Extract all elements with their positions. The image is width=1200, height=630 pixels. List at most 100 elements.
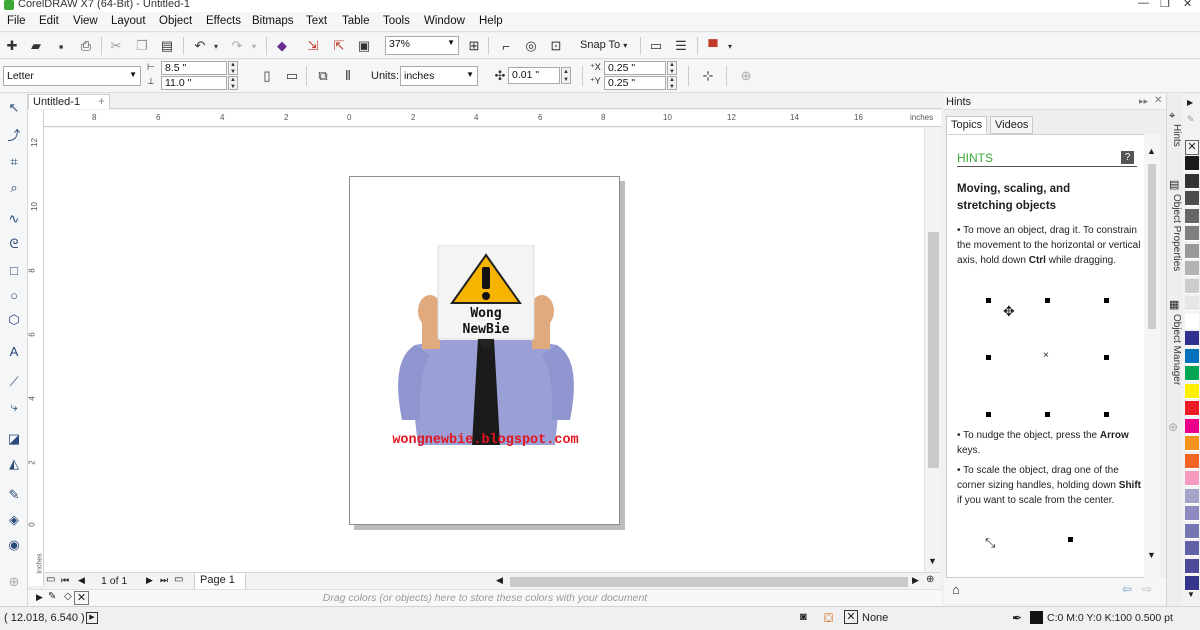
color-eyedropper-icon[interactable]: ✎ — [4, 485, 24, 505]
duplicate-y-spinner[interactable]: ▲ ▼ — [667, 76, 677, 90]
no-fill-swatch[interactable]: ✕ — [1185, 140, 1199, 155]
menu-edit[interactable]: Edit — [39, 15, 59, 27]
text-tool-icon[interactable]: A — [4, 341, 24, 361]
menu-tools[interactable]: Tools — [383, 15, 410, 27]
document-palette[interactable]: ▶ ✎ ◇ ✕ Drag colors (or objects) here to… — [28, 589, 942, 606]
options-icon[interactable]: ☰ — [671, 36, 691, 56]
color-swatch[interactable] — [1185, 488, 1199, 504]
freehand-tool-icon[interactable]: ∿ — [4, 209, 24, 229]
color-swatch[interactable] — [1185, 418, 1199, 434]
page-width-input[interactable]: 8.5 " — [161, 61, 227, 75]
hints-scroll-down-icon[interactable]: ▼ — [1147, 550, 1156, 560]
quick-customize-icon[interactable]: ⊕ — [736, 66, 756, 86]
open-folder-icon[interactable]: ▰ — [26, 36, 46, 56]
color-swatch[interactable] — [1185, 278, 1199, 294]
color-swatch[interactable] — [1185, 558, 1199, 574]
help-icon[interactable]: ? — [1121, 151, 1134, 164]
search-content-icon[interactable]: ◆ — [272, 36, 292, 56]
page-size-select[interactable]: Letter ▼ — [3, 66, 141, 86]
color-swatch[interactable] — [1185, 523, 1199, 539]
color-swatch[interactable] — [1185, 191, 1199, 206]
color-swatch[interactable] — [1185, 436, 1199, 451]
welcome-screen-icon[interactable]: ▭ — [646, 36, 666, 56]
zoom-full-page-icon[interactable]: ⊞ — [464, 36, 484, 56]
add-page-before-icon[interactable]: ▭ — [46, 574, 55, 585]
horizontal-ruler[interactable]: 8 6 4 2 0 2 4 6 8 10 12 14 16 inches — [44, 110, 941, 127]
current-page-icon[interactable]: ⫴ — [338, 66, 358, 86]
color-proof-icon[interactable]: ◙ — [800, 611, 807, 623]
menu-window[interactable]: Window — [424, 15, 465, 27]
scroll-down-icon[interactable]: ▼ — [928, 556, 937, 566]
side-tab-hints[interactable]: Hints — [1168, 124, 1182, 147]
color-swatch[interactable] — [1185, 541, 1199, 556]
color-swatch[interactable] — [1185, 331, 1199, 346]
new-document-icon[interactable]: ✚ — [2, 36, 22, 56]
menu-help[interactable]: Help — [479, 15, 503, 27]
add-docker-icon[interactable]: ⊕ — [1168, 420, 1178, 434]
add-tool-icon[interactable]: ⊕ — [4, 572, 24, 592]
parallel-dimension-icon[interactable]: ⟋ — [4, 372, 24, 392]
duplicate-y-input[interactable]: 0.25 " — [604, 76, 666, 90]
view-mode-icon[interactable]: ◎ — [521, 36, 541, 56]
shape-tool-icon[interactable]: ⤴ — [4, 124, 24, 144]
scroll-right-icon[interactable]: ▶ — [912, 575, 919, 586]
palette-scroll-down-icon[interactable]: ▼ — [1187, 590, 1195, 599]
transparency-tool-icon[interactable]: ◭ — [4, 454, 24, 474]
palette-scroll-up-icon[interactable]: ▶ — [1187, 98, 1193, 107]
add-page-after-icon[interactable]: ▭ — [174, 574, 183, 585]
pick-tool-icon[interactable]: ↖ — [4, 98, 24, 118]
color-swatch[interactable] — [1185, 208, 1199, 224]
menu-view[interactable]: View — [73, 15, 98, 27]
outline-color-swatch[interactable] — [1030, 611, 1043, 624]
menu-object[interactable]: Object — [159, 15, 192, 27]
color-swatch[interactable] — [1185, 576, 1199, 591]
duplicate-x-spinner[interactable]: ▲ ▼ — [667, 61, 677, 75]
navigator-zoom-icon[interactable]: ⊕ — [926, 574, 934, 585]
page-height-input[interactable]: 11.0 " — [161, 76, 227, 90]
ellipse-tool-icon[interactable]: ○ — [4, 285, 24, 305]
hints-tab-icon[interactable]: ⌖ — [1169, 110, 1175, 123]
hints-forward-icon[interactable]: ⇨ — [1142, 582, 1152, 596]
drop-shadow-icon[interactable]: ◪ — [4, 429, 24, 449]
color-swatch[interactable] — [1185, 471, 1199, 486]
copy-icon[interactable]: ❐ — [132, 36, 152, 56]
hints-home-icon[interactable]: ⌂ — [952, 582, 960, 597]
set-as-default-icon[interactable]: ⊹ — [698, 66, 718, 86]
color-swatch[interactable] — [1185, 401, 1199, 416]
vertical-scrollbar[interactable]: ▼ — [924, 128, 941, 572]
menu-table[interactable]: Table — [342, 15, 370, 27]
cut-icon[interactable]: ✂ — [106, 36, 126, 56]
vertical-scroll-thumb[interactable] — [928, 232, 939, 468]
zoom-tool-icon[interactable]: ⌕ — [4, 178, 24, 198]
snap-to-menu[interactable]: Snap To ▾ — [580, 39, 627, 51]
scroll-left-icon[interactable]: ◀ — [496, 575, 503, 586]
color-swatch[interactable] — [1185, 366, 1199, 381]
menu-text[interactable]: Text — [306, 15, 327, 27]
side-tab-object-properties[interactable]: Object Properties — [1168, 194, 1182, 271]
menu-bitmaps[interactable]: Bitmaps — [252, 15, 294, 27]
color-swatch[interactable] — [1185, 173, 1199, 189]
snap-grid-icon[interactable]: ⊡ — [546, 36, 566, 56]
document-page[interactable]: Wong NewBie wongnewbie.blogspot.com — [349, 176, 620, 525]
color-swatch[interactable] — [1185, 313, 1199, 329]
hints-scroll-thumb[interactable] — [1148, 164, 1156, 329]
launcher-dropdown-icon[interactable]: ▾ — [720, 36, 740, 56]
status-menu-icon[interactable]: ▶ — [86, 612, 98, 624]
close-docker-icon[interactable]: ✕ — [1154, 95, 1162, 106]
palette-eyedropper-icon[interactable]: ✎ — [1187, 114, 1195, 125]
collapse-docker-icon[interactable]: ▸▸ — [1139, 96, 1148, 107]
color-swatch[interactable] — [1185, 383, 1199, 399]
hints-scroll-up-icon[interactable]: ▲ — [1147, 146, 1156, 156]
crop-tool-icon[interactable]: ⌗ — [4, 152, 24, 172]
next-page-icon[interactable]: ▶ — [146, 575, 153, 586]
landscape-icon[interactable]: ▭ — [282, 66, 302, 86]
color-swatch[interactable] — [1185, 243, 1199, 259]
nudge-distance-input[interactable]: 0.01 " — [508, 67, 560, 84]
object-properties-tab-icon[interactable]: ▤ — [1169, 178, 1179, 191]
vertical-ruler[interactable]: 12 10 8 6 4 2 0 inches — [28, 110, 44, 586]
horizontal-scroll-thumb[interactable] — [510, 577, 908, 587]
man-holding-sign-image[interactable]: Wong NewBie — [380, 245, 592, 463]
close-icon[interactable]: ✕ — [1183, 0, 1192, 10]
export-icon[interactable]: ⇱ — [329, 36, 349, 56]
smart-fill-icon[interactable]: ◉ — [4, 535, 24, 555]
